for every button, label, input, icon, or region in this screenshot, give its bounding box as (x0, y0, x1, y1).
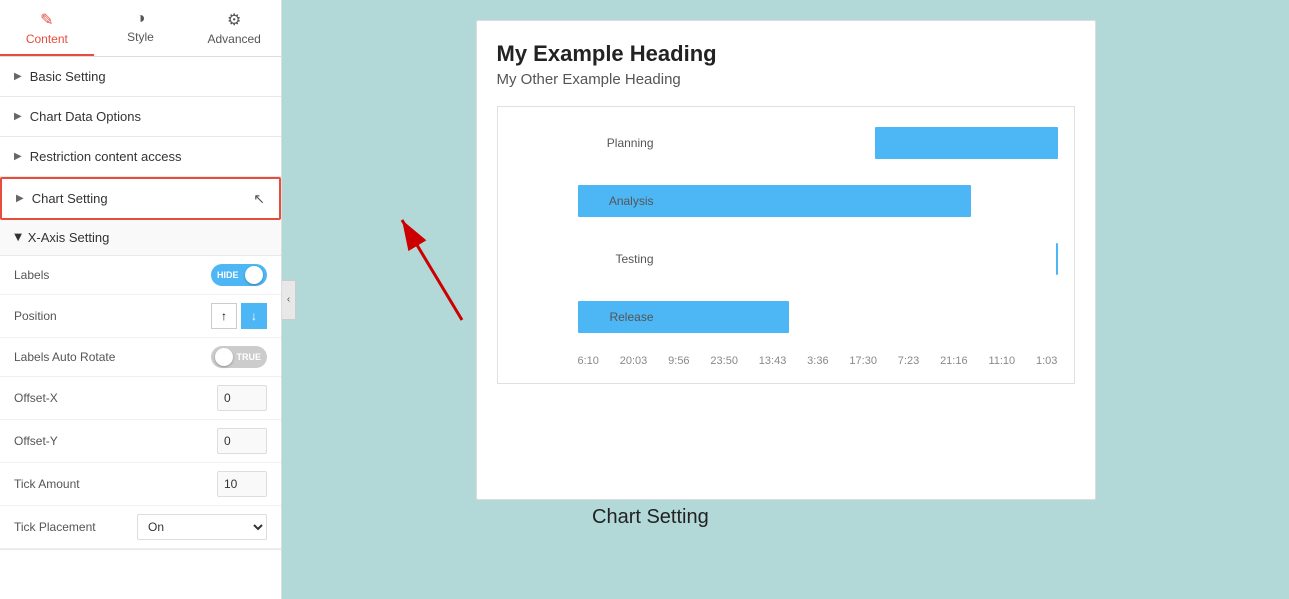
arrow-restriction: ▶ (14, 151, 22, 162)
advanced-icon: ⚙ (227, 10, 241, 30)
tab-style-label: Style (127, 30, 154, 44)
tabs: ✎ Content ◑ Style ⚙ Advanced (0, 0, 281, 57)
tab-content-label: Content (26, 32, 68, 46)
offset-x-control (217, 385, 267, 411)
position-up-btn[interactable]: ↑ (211, 303, 237, 329)
labels-control: HIDE (211, 264, 267, 286)
chart-row-analysis: Analysis (578, 181, 1058, 221)
accordion-chart-setting: ▶ Chart Setting ↖ (0, 177, 281, 220)
setting-row-tick-amount: Tick Amount (0, 463, 281, 506)
arrow-chart-setting: ▶ (16, 193, 24, 204)
chart-sub-title: My Other Example Heading (497, 71, 1075, 88)
setting-row-labels-auto-rotate: Labels Auto Rotate TRUE (0, 338, 281, 377)
tab-content[interactable]: ✎ Content (0, 0, 94, 56)
offset-y-control (217, 428, 267, 454)
accordion-header-x-axis-setting[interactable]: ▶ X-Axis Setting (0, 220, 281, 256)
tick-6: 17:30 (849, 355, 877, 367)
bar-label-planning: Planning (594, 136, 654, 150)
tab-advanced-label: Advanced (207, 32, 260, 46)
accordion-label-restriction: Restriction content access (30, 149, 182, 164)
bar-planning (875, 127, 1057, 159)
tick-3: 23:50 (710, 355, 738, 367)
setting-label-auto-rotate: Labels Auto Rotate (14, 350, 115, 364)
arrow-basic-setting: ▶ (14, 71, 22, 82)
tick-9: 11:10 (988, 355, 1015, 367)
arrow-chart-data-options: ▶ (14, 111, 22, 122)
annotation-text: Chart Setting (592, 506, 709, 528)
toggle-knob (245, 266, 263, 284)
offset-y-input[interactable] (217, 428, 267, 454)
bar-label-testing: Testing (594, 252, 654, 266)
setting-label-tick-amount: Tick Amount (14, 477, 80, 491)
auto-rotate-label-text: TRUE (235, 352, 264, 362)
tab-advanced[interactable]: ⚙ Advanced (187, 0, 281, 56)
style-icon: ◑ (136, 10, 146, 28)
tick-1: 20:03 (620, 355, 648, 367)
accordion-header-restriction[interactable]: ▶ Restriction content access (0, 137, 281, 176)
tick-amount-control (217, 471, 267, 497)
tick-10: 1:03 (1036, 355, 1057, 367)
auto-rotate-control: TRUE (211, 346, 267, 368)
accordion-label-basic-setting: Basic Setting (30, 69, 106, 84)
collapse-panel-button[interactable]: ‹ (282, 280, 296, 320)
setting-label-labels: Labels (14, 268, 49, 282)
chart-row-release: Release (578, 297, 1058, 337)
chart-container: My Example Heading My Other Example Head… (476, 20, 1096, 500)
bar-label-analysis: Analysis (594, 194, 654, 208)
arrow-x-axis: ▶ (12, 234, 23, 242)
auto-rotate-knob (215, 348, 233, 366)
content-icon: ✎ (40, 10, 53, 30)
tick-placement-control: On Off Between (137, 514, 267, 540)
tick-amount-input[interactable] (217, 471, 267, 497)
chart-main-title: My Example Heading (497, 41, 1075, 67)
setting-row-position: Position ↑ ↓ (0, 295, 281, 338)
setting-label-offset-x: Offset-X (14, 391, 58, 405)
chart-row-planning: Planning (578, 123, 1058, 163)
offset-x-input[interactable] (217, 385, 267, 411)
bar-label-release: Release (594, 310, 654, 324)
accordion-restriction: ▶ Restriction content access (0, 137, 281, 177)
setting-label-position: Position (14, 309, 57, 323)
setting-label-tick-placement: Tick Placement (14, 520, 96, 534)
setting-row-tick-placement: Tick Placement On Off Between (0, 506, 281, 549)
accordion-header-chart-setting[interactable]: ▶ Chart Setting (2, 179, 279, 218)
accordion-x-axis-setting: ▶ X-Axis Setting Labels HIDE Position ↑ (0, 220, 281, 550)
tick-2: 9:56 (668, 355, 689, 367)
auto-rotate-toggle[interactable]: TRUE (211, 346, 267, 368)
toggle-label-text: HIDE (215, 270, 241, 280)
accordion-header-chart-data-options[interactable]: ▶ Chart Data Options (0, 97, 281, 136)
annotation-container: Chart Setting (592, 506, 709, 529)
right-content: My Example Heading My Other Example Head… (282, 0, 1289, 599)
x-axis-settings-body: Labels HIDE Position ↑ ↓ Labels Auto (0, 256, 281, 549)
chart-row-testing: Testing (578, 239, 1058, 279)
tick-7: 7:23 (898, 355, 919, 367)
labels-toggle[interactable]: HIDE (211, 264, 267, 286)
setting-row-offset-x: Offset-X (0, 377, 281, 420)
tick-4: 13:43 (759, 355, 787, 367)
tab-style[interactable]: ◑ Style (94, 0, 188, 56)
accordion-label-chart-setting: Chart Setting (32, 191, 108, 206)
tick-5: 3:36 (807, 355, 828, 367)
accordion-label-x-axis-setting: X-Axis Setting (28, 230, 110, 245)
x-axis-ticks: 6:10 20:03 9:56 23:50 13:43 3:36 17:30 7… (578, 355, 1058, 367)
tick-8: 21:16 (940, 355, 968, 367)
setting-row-offset-y: Offset-Y (0, 420, 281, 463)
setting-row-labels: Labels HIDE (0, 256, 281, 295)
bar-testing (1056, 243, 1058, 275)
accordion-label-chart-data-options: Chart Data Options (30, 109, 141, 124)
position-down-btn[interactable]: ↓ (241, 303, 267, 329)
accordion-chart-data-options: ▶ Chart Data Options (0, 97, 281, 137)
tick-placement-select[interactable]: On Off Between (137, 514, 267, 540)
setting-label-offset-y: Offset-Y (14, 434, 58, 448)
left-panel: ✎ Content ◑ Style ⚙ Advanced ▶ Basic Set… (0, 0, 282, 599)
cursor-indicator: ↖ (253, 190, 265, 207)
accordion-basic-setting: ▶ Basic Setting (0, 57, 281, 97)
position-control: ↑ ↓ (211, 303, 267, 329)
accordion-header-basic-setting[interactable]: ▶ Basic Setting (0, 57, 281, 96)
chart-area: Planning Analysis Testing Release 6:10 2… (497, 106, 1075, 384)
tick-0: 6:10 (578, 355, 599, 367)
